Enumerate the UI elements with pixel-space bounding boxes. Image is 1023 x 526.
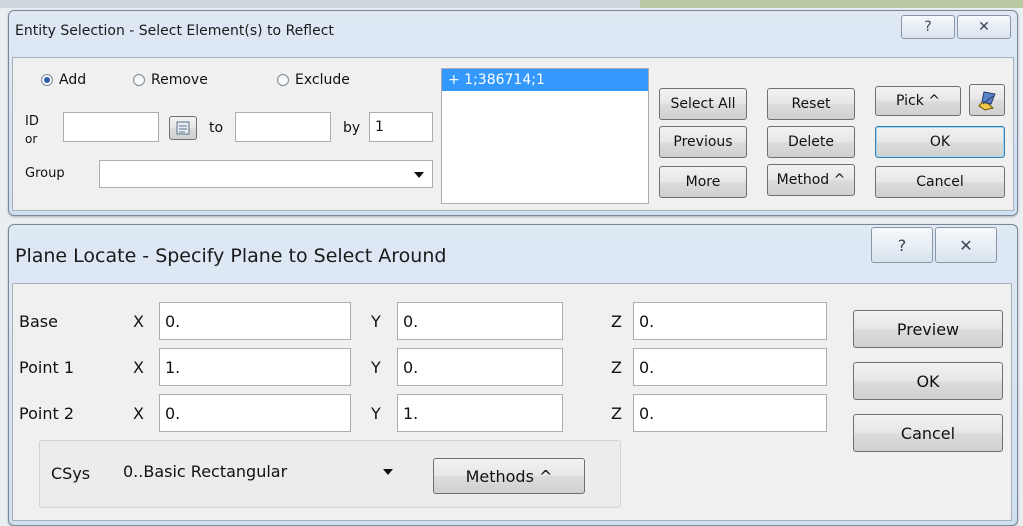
help-icon: ? bbox=[924, 19, 932, 35]
point1-x-input[interactable]: 1. bbox=[159, 348, 351, 386]
radio-remove[interactable]: Remove bbox=[133, 72, 208, 88]
delete-button[interactable]: Delete bbox=[767, 126, 855, 158]
radio-exclude-label: Exclude bbox=[295, 72, 350, 88]
select-all-button[interactable]: Select All bbox=[659, 88, 747, 120]
y-label: Y bbox=[371, 404, 381, 423]
preview-button[interactable]: Preview bbox=[853, 310, 1003, 348]
point1-y-input[interactable]: 0. bbox=[397, 348, 563, 386]
radio-exclude-indicator bbox=[277, 74, 289, 86]
selection-list[interactable]: + 1;386714;1 bbox=[441, 68, 649, 204]
radio-add-label: Add bbox=[59, 72, 87, 88]
point2-z-input[interactable]: 0. bbox=[633, 394, 827, 432]
radio-selected-dot bbox=[44, 77, 50, 83]
background-strip-accent bbox=[640, 0, 1023, 8]
previous-button[interactable]: Previous bbox=[659, 126, 747, 158]
plane-client-area: Base X 0. Y 0. Z 0. Point 1 X 1. Y 0. Z … bbox=[12, 283, 1012, 521]
y-label: Y bbox=[371, 358, 381, 377]
z-label: Z bbox=[611, 358, 622, 377]
z-label: Z bbox=[611, 312, 622, 331]
id-from-input[interactable] bbox=[63, 112, 159, 142]
chevron-down-icon bbox=[383, 469, 393, 475]
row-label-point-2: Point 2 bbox=[19, 404, 74, 423]
more-button[interactable]: More bbox=[659, 166, 747, 198]
cancel-button[interactable]: Cancel bbox=[875, 166, 1005, 198]
csys-dropdown-value: 0..Basic Rectangular bbox=[123, 462, 288, 481]
row-label-point-1: Point 1 bbox=[19, 358, 74, 377]
entity-client-area: Add Remove Exclude ID or to by 1 Group +… bbox=[12, 57, 1014, 211]
close-icon: ✕ bbox=[978, 19, 990, 35]
radio-add[interactable]: Add bbox=[41, 72, 86, 88]
z-label: Z bbox=[611, 404, 622, 423]
id-label: ID bbox=[25, 114, 39, 129]
help-button[interactable]: ? bbox=[871, 227, 933, 263]
radio-remove-label: Remove bbox=[151, 72, 208, 88]
method-button[interactable]: Method ^ bbox=[767, 164, 855, 196]
x-label: X bbox=[133, 358, 144, 377]
highlight-button[interactable] bbox=[969, 84, 1005, 116]
csys-label: CSys bbox=[51, 464, 91, 483]
id-to-input[interactable] bbox=[235, 112, 331, 142]
ok-button[interactable]: OK bbox=[875, 126, 1005, 158]
help-icon: ? bbox=[897, 235, 907, 255]
point2-x-input[interactable]: 0. bbox=[159, 394, 351, 432]
list-item[interactable]: + 1;386714;1 bbox=[442, 69, 648, 91]
row-label-base: Base bbox=[19, 312, 58, 331]
pencil-highlight-icon bbox=[978, 91, 996, 111]
entity-selection-dialog: Entity Selection - Select Element(s) to … bbox=[8, 10, 1018, 216]
radio-add-indicator bbox=[41, 74, 53, 86]
methods-button[interactable]: Methods ^ bbox=[433, 458, 585, 494]
close-button[interactable]: ✕ bbox=[935, 227, 997, 263]
chevron-down-icon bbox=[414, 172, 424, 178]
group-label: Group bbox=[25, 166, 65, 181]
or-label: or bbox=[25, 132, 38, 146]
by-label: by bbox=[343, 120, 361, 136]
radio-exclude[interactable]: Exclude bbox=[277, 72, 350, 88]
point2-y-input[interactable]: 1. bbox=[397, 394, 563, 432]
pick-button[interactable]: Pick ^ bbox=[875, 86, 961, 116]
dialog-title: Entity Selection - Select Element(s) to … bbox=[15, 23, 334, 39]
group-dropdown[interactable] bbox=[99, 160, 433, 188]
cancel-button[interactable]: Cancel bbox=[853, 414, 1003, 452]
point1-z-input[interactable]: 0. bbox=[633, 348, 827, 386]
by-input[interactable]: 1 bbox=[369, 112, 433, 142]
list-icon bbox=[176, 121, 190, 135]
help-button[interactable]: ? bbox=[901, 15, 955, 39]
y-label: Y bbox=[371, 312, 381, 331]
plane-locate-dialog: Plane Locate - Specify Plane to Select A… bbox=[8, 224, 1018, 526]
csys-dropdown[interactable]: 0..Basic Rectangular bbox=[117, 454, 403, 488]
base-x-input[interactable]: 0. bbox=[159, 302, 351, 340]
close-button[interactable]: ✕ bbox=[957, 15, 1011, 39]
close-icon: ✕ bbox=[959, 235, 973, 255]
reset-button[interactable]: Reset bbox=[767, 88, 855, 120]
base-y-input[interactable]: 0. bbox=[397, 302, 563, 340]
x-label: X bbox=[133, 404, 144, 423]
radio-remove-indicator bbox=[133, 74, 145, 86]
id-list-button[interactable] bbox=[169, 116, 197, 140]
to-label: to bbox=[209, 120, 224, 136]
x-label: X bbox=[133, 312, 144, 331]
ok-button[interactable]: OK bbox=[853, 362, 1003, 400]
base-z-input[interactable]: 0. bbox=[633, 302, 827, 340]
dialog-title: Plane Locate - Specify Plane to Select A… bbox=[15, 245, 447, 267]
